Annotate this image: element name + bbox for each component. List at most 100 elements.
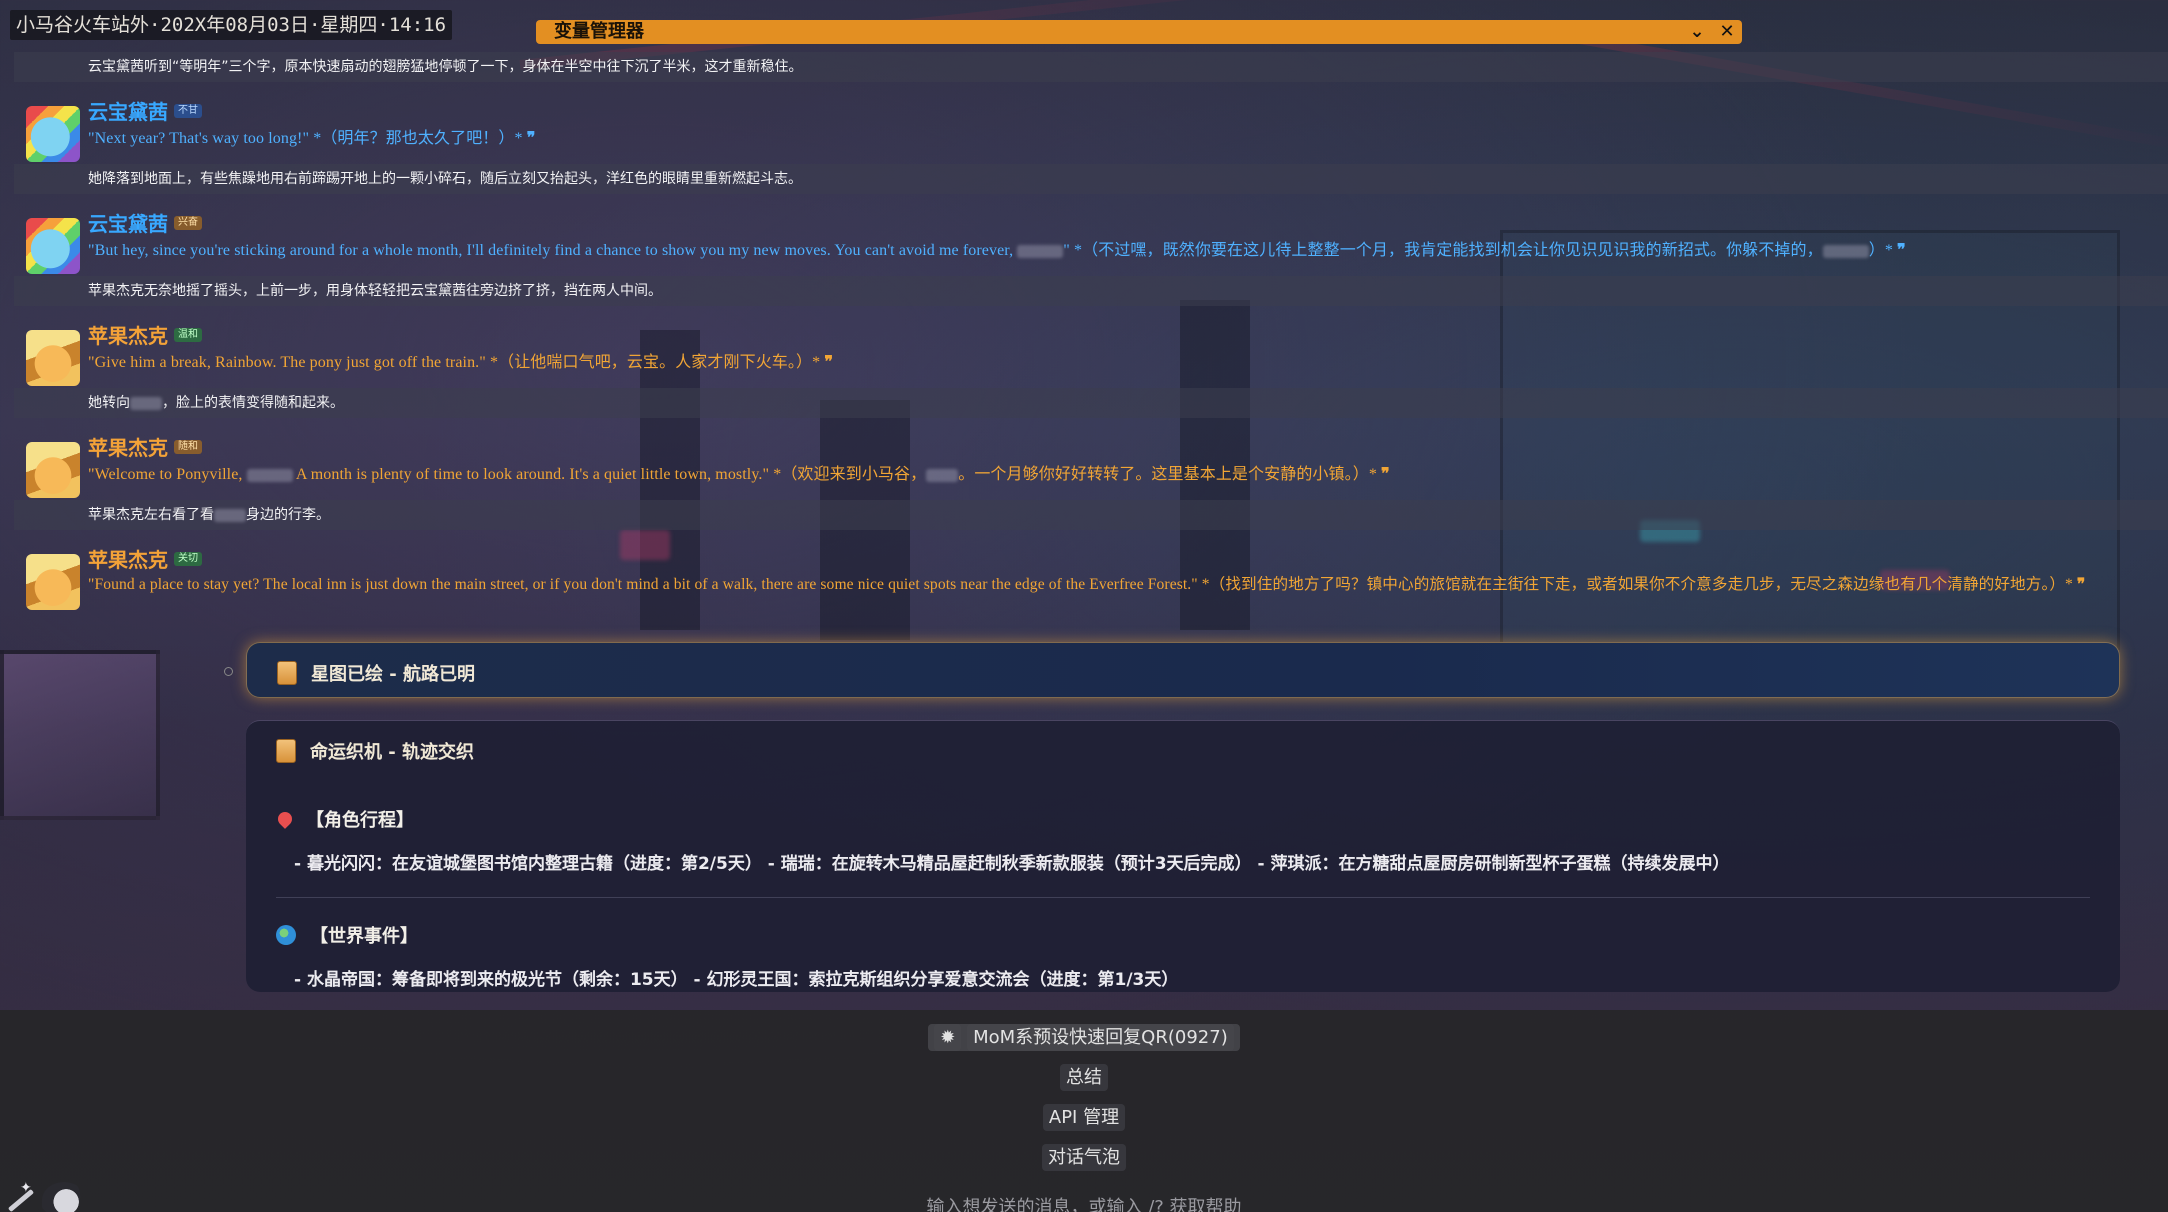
character-name: 云宝黛茜 不甘: [88, 96, 202, 125]
avatar[interactable]: [26, 218, 80, 274]
pin-icon: [275, 809, 295, 829]
character-name: 苹果杰克 关切: [88, 544, 202, 573]
character-name-text: 云宝黛茜: [88, 212, 168, 236]
bottom-panel: ✹ MoM系预设快速回复QR(0927) 总结 API 管理 对话气泡 输入想发…: [0, 1010, 2168, 1212]
quick-reply-summary-button[interactable]: 总结: [1060, 1064, 1108, 1091]
quick-reply-row: ✹ MoM系预设快速回复QR(0927): [0, 1023, 2168, 1051]
background-monitor: [0, 650, 160, 820]
chevron-down-icon[interactable]: ⌄: [1682, 20, 1712, 44]
message-input[interactable]: 输入想发送的消息，或输入 /? 获取帮助: [0, 1193, 2168, 1212]
variable-manager-bar[interactable]: 变量管理器 ⌄ ✕: [536, 20, 1742, 44]
card-header: 星图已绘 - 航路已明: [277, 660, 475, 686]
character-message: 苹果杰克 温和 "Give him a break, Rainbow. The …: [14, 316, 2168, 392]
speech-text: "Give him a break, Rainbow. The pony jus…: [88, 348, 833, 372]
quick-reply-bubble-button[interactable]: 对话气泡: [1042, 1144, 1126, 1171]
speech-text-part: "Give him a break, Rainbow. The pony jus…: [88, 354, 825, 371]
quote-icon: ❞: [824, 354, 834, 371]
speech-text-part: " *（不过嘿，既然你要在这儿待上整整一个月，我肯定能找到机会让你见识见识我的新…: [1063, 242, 1823, 259]
redacted-name: [1017, 244, 1064, 258]
character-message: 云宝黛茜 兴奋 "But hey, since you're sticking …: [14, 204, 2168, 280]
section-divider: [276, 897, 2090, 898]
section-heading-text: 【世界事件】: [310, 926, 418, 947]
quick-reply-api-button[interactable]: API 管理: [1042, 1104, 1126, 1131]
redacted-name: [130, 396, 162, 410]
character-name: 苹果杰克 温和: [88, 320, 202, 349]
location-time-bar: 小马谷火车站外·202X年08月03日·星期四·14:16: [10, 10, 453, 40]
quick-reply-row: 总结: [0, 1063, 2168, 1091]
mood-badge: 温和: [174, 327, 202, 342]
narration-message: 她降落到地面上，有些焦躁地用右前蹄踢开地上的一颗小碎石，随后立刻又抬起头，洋红色…: [14, 164, 2168, 194]
narration-message: 苹果杰克左右看了看 身边的行李。: [14, 500, 2168, 530]
character-name-text: 苹果杰克: [88, 548, 168, 572]
redacted-name: [1822, 244, 1869, 258]
section-heading-world-events: 【世界事件】: [276, 922, 418, 948]
quick-reply-row: API 管理: [0, 1103, 2168, 1131]
gear-icon: ✹: [934, 1024, 962, 1051]
character-name: 云宝黛茜 兴奋: [88, 208, 202, 237]
character-name-text: 云宝黛茜: [88, 100, 168, 124]
speech-text-part: A month is plenty of time to look around…: [292, 466, 927, 483]
redacted-name: [214, 508, 246, 522]
section-heading-text: 【角色行程】: [306, 810, 414, 831]
avatar[interactable]: [26, 442, 80, 498]
speech-text-part: 。一个月够你好好转转了。这里基本上是个安静的小镇。）*: [958, 466, 1382, 483]
quick-reply-row: 对话气泡: [0, 1143, 2168, 1171]
redacted-name: [246, 468, 293, 482]
narration-message: 苹果杰克无奈地摇了摇头，上前一步，用身体轻轻把云宝黛茜往旁边挤了挤，挡在两人中间…: [14, 276, 2168, 306]
narration-text: 苹果杰克左右看了看: [88, 507, 214, 523]
quick-reply-mom-button[interactable]: ✹ MoM系预设快速回复QR(0927): [928, 1024, 1240, 1051]
narration-message: 她转向 ，脸上的表情变得随和起来。: [14, 388, 2168, 418]
narration-text: 她转向: [88, 395, 130, 411]
speech-text-part: "Found a place to stay yet? The local in…: [88, 576, 2077, 593]
close-icon[interactable]: ✕: [1712, 20, 1742, 44]
narration-text: 身边的行李。: [246, 507, 330, 523]
card-header: 命运织机 - 轨迹交织: [276, 738, 474, 764]
narration-text: 她降落到地面上，有些焦躁地用右前蹄踢开地上的一颗小碎石，随后立刻又抬起头，洋红色…: [88, 171, 802, 187]
globe-icon: [276, 925, 296, 945]
quick-reply-label: MoM系预设快速回复QR(0927): [967, 1024, 1234, 1051]
avatar[interactable]: [26, 330, 80, 386]
mood-badge: 不甘: [174, 103, 202, 118]
speech-text: "But hey, since you're sticking around f…: [88, 236, 1906, 260]
magic-wand-icon[interactable]: [2, 1180, 38, 1212]
quote-icon: ❞: [1381, 466, 1390, 483]
narration-text: 苹果杰克无奈地摇了摇头，上前一步，用身体轻轻把云宝黛茜往旁边挤了挤，挡在两人中间…: [88, 283, 662, 299]
card-title: 星图已绘 - 航路已明: [311, 664, 476, 685]
redacted-name: [926, 468, 959, 482]
speech-text: "Found a place to stay yet? The local in…: [88, 572, 2085, 594]
character-message: 苹果杰克 关切 "Found a place to stay yet? The …: [14, 540, 2168, 616]
avatar[interactable]: [26, 106, 80, 162]
speech-text: "Next year? That's way too long!" *（明年？那…: [88, 124, 535, 148]
section-body-world-events: - 水晶帝国：筹备即将到来的极光节（剩余：15天） - 幻形灵王国：索拉克斯组织…: [294, 970, 1179, 990]
mood-badge: 兴奋: [174, 215, 202, 230]
narration-text: ，脸上的表情变得随和起来。: [162, 395, 344, 411]
star-map-card[interactable]: 星图已绘 - 航路已明: [246, 642, 2120, 698]
speech-text: "Welcome to Ponyville, A month is plenty…: [88, 460, 1390, 484]
narration-message: 云宝黛茜听到“等明年”三个字，原本快速扇动的翅膀猛地停顿了一下，身体在半空中往下…: [14, 52, 2168, 82]
character-name-text: 苹果杰克: [88, 436, 168, 460]
quote-icon: ❞: [526, 130, 536, 147]
character-message: 云宝黛茜 不甘 "Next year? That's way too long!…: [14, 92, 2168, 168]
avatar[interactable]: [26, 554, 80, 610]
scroll-icon: [276, 739, 296, 763]
speech-text-part: ）*: [1868, 242, 1898, 259]
fate-loom-card[interactable]: 命运织机 - 轨迹交织 【角色行程】 - 暮光闪闪：在友谊城堡图书馆内整理古籍（…: [246, 720, 2120, 992]
quote-icon: ❞: [1897, 242, 1906, 259]
mood-badge: 关切: [174, 551, 202, 566]
narration-text: 云宝黛茜听到“等明年”三个字，原本快速扇动的翅膀猛地停顿了一下，身体在半空中往下…: [88, 59, 803, 75]
variable-manager-title: 变量管理器: [554, 21, 644, 42]
section-body-itinerary: - 暮光闪闪：在友谊城堡图书馆内整理古籍（进度：第2/5天） - 瑞瑞：在旋转木…: [294, 854, 1730, 874]
speech-text-part: "Welcome to Ponyville,: [88, 466, 247, 483]
character-name-text: 苹果杰克: [88, 324, 168, 348]
scroll-icon: [277, 661, 297, 685]
character-name: 苹果杰克 随和: [88, 432, 202, 461]
speech-text-part: "But hey, since you're sticking around f…: [88, 242, 1018, 259]
collapse-dot-icon[interactable]: [224, 667, 233, 676]
toolbar-left: [2, 1180, 86, 1212]
speech-text-part: "Next year? That's way too long!" *（明年？那…: [88, 130, 527, 147]
quote-icon: ❞: [2076, 576, 2086, 593]
mood-badge: 随和: [174, 439, 202, 454]
pony-avatar-icon[interactable]: [42, 1182, 86, 1212]
card-title: 命运织机 - 轨迹交织: [310, 742, 475, 763]
section-heading-itinerary: 【角色行程】: [275, 806, 414, 832]
